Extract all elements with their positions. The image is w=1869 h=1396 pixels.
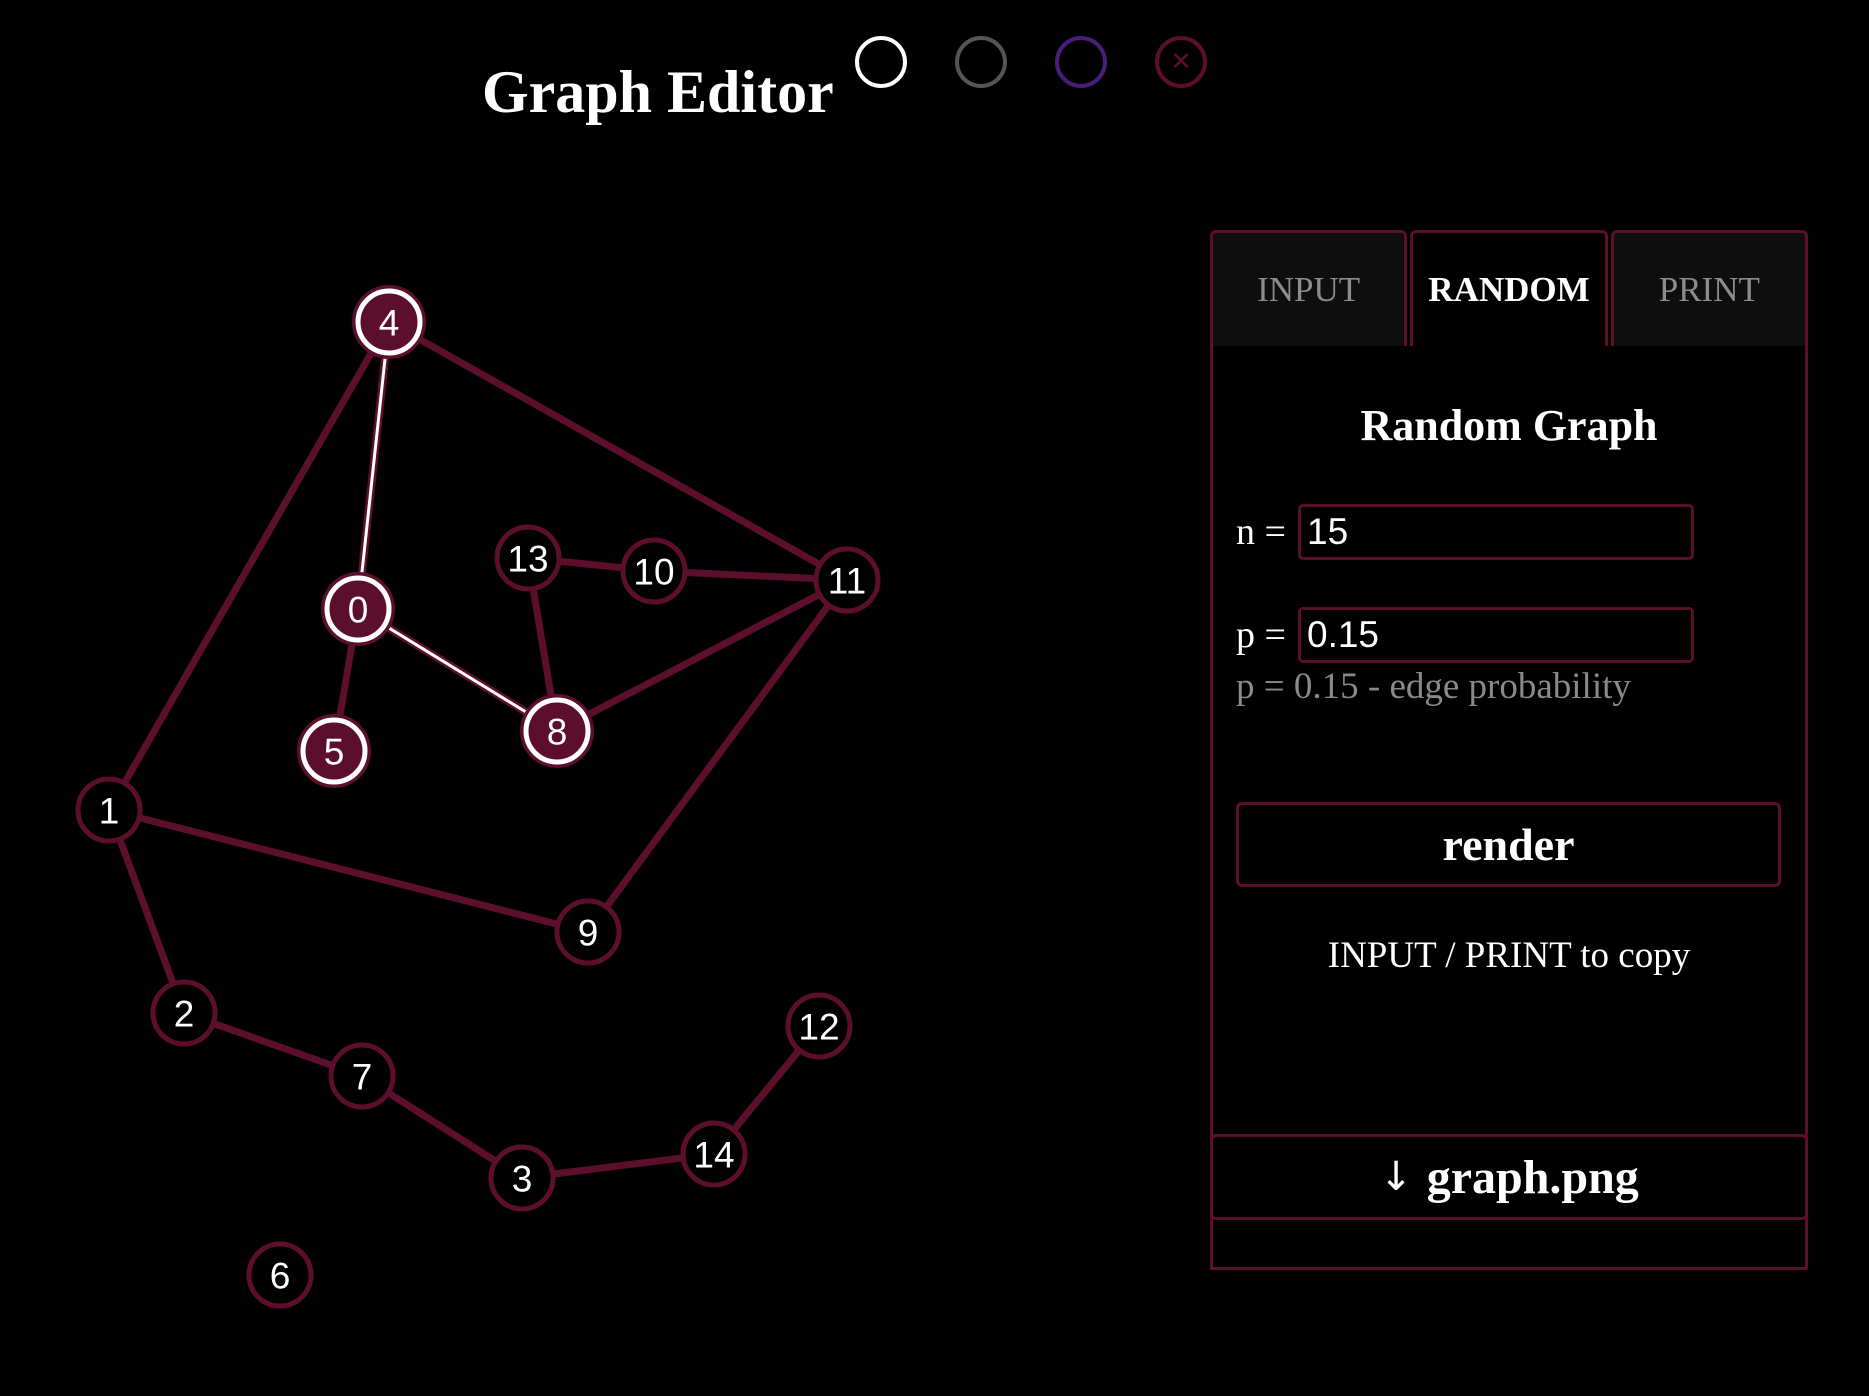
- node-label: 1: [99, 791, 120, 832]
- random-graph-title: Random Graph: [1360, 401, 1658, 450]
- edge-11-9[interactable]: [585, 577, 850, 935]
- download-button[interactable]: ↓ graph.png: [1210, 1134, 1808, 1220]
- graph-node-3[interactable]: 3: [488, 1144, 556, 1212]
- node-label: 3: [512, 1159, 533, 1200]
- n-input[interactable]: [1298, 504, 1694, 560]
- graph-node-12[interactable]: 12: [785, 992, 853, 1060]
- graph-node-11[interactable]: 11: [813, 546, 881, 614]
- edges-layer: [105, 318, 850, 1182]
- node-label: 12: [798, 1007, 839, 1048]
- graph-node-2[interactable]: 2: [150, 979, 218, 1047]
- tab-bar: INPUT RANDOM PRINT: [1210, 230, 1808, 346]
- copy-note: INPUT / PRINT to copy: [1327, 935, 1691, 976]
- graph-node-4[interactable]: 4: [352, 285, 426, 359]
- download-arrow-icon: ↓: [1379, 1154, 1413, 1200]
- graph-node-14[interactable]: 14: [680, 1120, 748, 1188]
- tab-input[interactable]: INPUT: [1210, 230, 1408, 346]
- edge-4-11[interactable]: [387, 318, 849, 584]
- graph-node-6[interactable]: 6: [246, 1241, 314, 1309]
- tab-print[interactable]: PRINT: [1610, 230, 1808, 346]
- p-label: p =: [1236, 614, 1286, 656]
- control-panel: INPUT RANDOM PRINT: [1210, 230, 1808, 1270]
- graph-node-5[interactable]: 5: [297, 714, 371, 788]
- node-label: 6: [270, 1256, 291, 1297]
- render-button[interactable]: render: [1236, 802, 1781, 887]
- node-label: 8: [547, 712, 568, 753]
- node-label: 11: [828, 561, 866, 602]
- node-label: 13: [507, 539, 548, 580]
- node-label: 9: [578, 913, 599, 954]
- p-input[interactable]: [1298, 607, 1694, 663]
- p-hint: p = 0.15 - edge probability: [1236, 666, 1631, 707]
- graph-node-8[interactable]: 8: [520, 694, 594, 768]
- node-label: 7: [352, 1057, 373, 1098]
- graph-node-10[interactable]: 10: [620, 537, 688, 605]
- node-label: 14: [693, 1135, 734, 1176]
- graph-node-7[interactable]: 7: [328, 1042, 396, 1110]
- node-label: 0: [348, 590, 369, 631]
- n-label: n =: [1236, 511, 1286, 553]
- graph-node-0[interactable]: 0: [321, 572, 395, 646]
- tab-random[interactable]: RANDOM: [1410, 230, 1608, 346]
- node-label: 4: [379, 303, 400, 344]
- p-field-row: p =: [1236, 607, 1694, 663]
- graph-node-13[interactable]: 13: [494, 524, 562, 592]
- node-label: 5: [324, 732, 345, 773]
- graph-node-1[interactable]: 1: [75, 776, 143, 844]
- graph-node-9[interactable]: 9: [554, 898, 622, 966]
- n-field-row: n =: [1236, 504, 1694, 560]
- download-label: graph.png: [1426, 1150, 1639, 1204]
- node-label: 10: [633, 552, 674, 593]
- node-label: 2: [174, 994, 195, 1035]
- edge-1-9[interactable]: [108, 806, 589, 936]
- edge-8-11[interactable]: [555, 576, 849, 735]
- graph-canvas[interactable]: 012345678910 11121314: [0, 0, 1200, 1396]
